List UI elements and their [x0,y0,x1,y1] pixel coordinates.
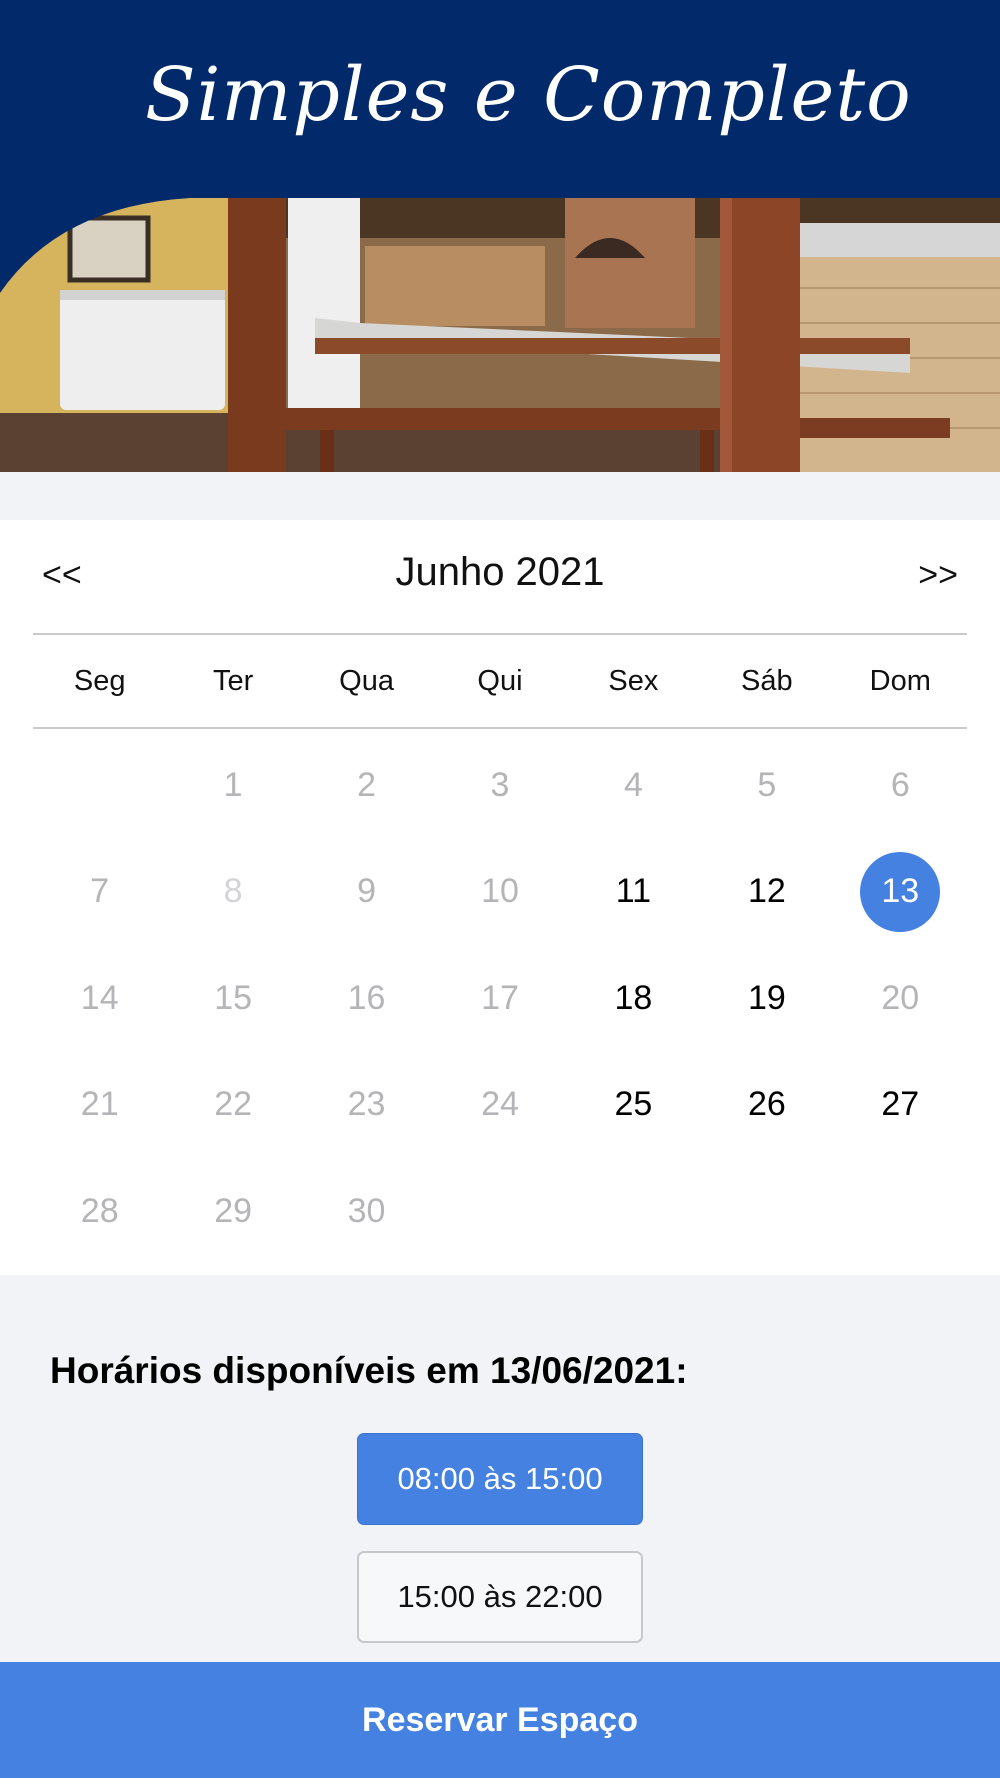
calendar-day: 17 [433,945,566,1052]
calendar-day-number: 26 [747,1085,786,1124]
calendar-day: 23 [300,1052,433,1159]
calendar-day: 15 [166,945,299,1052]
calendar-day: 10 [433,839,566,946]
event-space-photo [0,198,1000,472]
divider [33,727,967,729]
calendar-day: 16 [300,945,433,1052]
calendar-day-number: 7 [90,872,110,911]
calendar-day: 28 [33,1158,166,1265]
brand-title: Simples e Completo [145,52,912,138]
calendar-day-number: 14 [80,978,119,1017]
calendar-day-number: 11 [615,872,652,911]
calendar-day: 22 [166,1052,299,1159]
calendar-day[interactable]: 18 [567,945,700,1052]
weekday-label: Seg [73,664,126,697]
calendar-day: 24 [433,1052,566,1159]
calendar-day: 9 [300,839,433,946]
calendar-day-number: 2 [357,765,377,804]
weekday-label: Dom [869,664,931,697]
available-times-title: Horários disponíveis em 13/06/2021: [50,1350,688,1391]
calendar-day: 5 [700,732,833,839]
weekday-header-row: Seg Ter Qua Qui Sex Sáb Dom [33,635,967,727]
calendar-day: 6 [834,732,967,839]
next-month-button[interactable]: >> [918,556,958,595]
weekday-label: Sex [608,664,659,697]
hero-image [0,198,1000,472]
calendar-day-number: 13 [881,872,920,911]
calendar-day-number: 10 [481,872,519,911]
calendar-day[interactable]: 19 [700,945,833,1052]
calendar-day-number: 5 [757,765,777,804]
calendar-day[interactable]: 26 [700,1052,833,1159]
calendar-day[interactable]: 12 [700,839,833,946]
days-grid: 1 2 3 4 5 6 7 8 9 10 11 12 13 14 15 16 17 18 19 20 21 22 23 24 2… [33,732,967,1265]
calendar-day-number: 18 [614,978,653,1017]
calendar-day-number: 30 [347,1191,386,1230]
calendar-day-number: 27 [881,1085,920,1124]
month-title: Junho 2021 [395,550,605,594]
calendar-day-number: 8 [223,872,243,911]
weekday-label: Ter [212,664,254,697]
weekday-label: Sáb [741,664,793,697]
weekday-label: Qui [477,664,523,697]
calendar-day-number: 24 [481,1085,519,1124]
calendar-day: 4 [567,732,700,839]
reserve-space-button[interactable]: Reservar Espaço [0,1662,1000,1778]
calendar-day-number: 19 [747,978,786,1017]
calendar-day: 7 [33,839,166,946]
time-slot-button[interactable]: 08:00 às 15:00 [357,1433,643,1525]
calendar-day-number: 25 [614,1085,653,1124]
calendar: << Junho 2021 >> Seg Ter Qua Qui Sex Sáb… [0,520,1000,1275]
calendar-day-empty [33,732,166,839]
weekday-label: Qua [339,664,394,697]
calendar-day: 3 [433,732,566,839]
calendar-day-number: 20 [881,978,920,1017]
calendar-header: << Junho 2021 >> [0,520,1000,635]
calendar-day-number: 17 [481,978,519,1017]
calendar-day-number: 16 [347,978,386,1017]
calendar-day-number: 29 [214,1191,253,1230]
calendar-day: 2 [300,732,433,839]
calendar-day-number: 4 [623,765,643,804]
calendar-day-selected[interactable]: 13 [834,839,967,946]
time-slot-button[interactable]: 15:00 às 22:00 [357,1551,643,1643]
calendar-day: 20 [834,945,967,1052]
calendar-day[interactable]: 11 [567,839,700,946]
calendar-day: 29 [166,1158,299,1265]
calendar-day: 1 [166,732,299,839]
calendar-day-number: 21 [80,1085,119,1124]
calendar-day-number: 9 [357,872,377,911]
calendar-day-number: 1 [223,765,243,804]
calendar-day: 30 [300,1158,433,1265]
calendar-day-number: 22 [214,1085,253,1124]
calendar-day-number: 15 [214,978,253,1017]
calendar-day-number: 12 [747,872,786,911]
calendar-day: 14 [33,945,166,1052]
calendar-day-number: 6 [890,765,910,804]
calendar-day: 21 [33,1052,166,1159]
calendar-day[interactable]: 27 [834,1052,967,1159]
calendar-day: 8 [166,839,299,946]
calendar-day-number: 28 [80,1191,119,1230]
app-header: Simples e Completo [0,0,1000,200]
calendar-day-number: 23 [347,1085,386,1124]
calendar-day-number: 3 [490,765,510,804]
calendar-day[interactable]: 25 [567,1052,700,1159]
